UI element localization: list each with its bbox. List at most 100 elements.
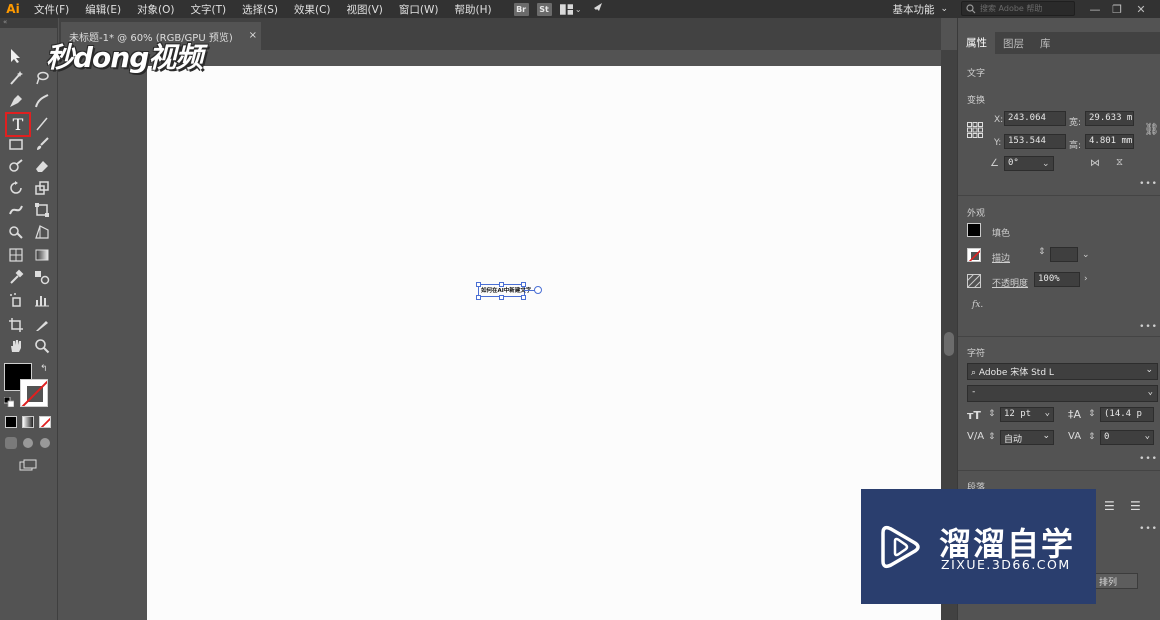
close-window-button[interactable]: ✕ <box>1130 0 1152 18</box>
free-transform-tool-icon[interactable] <box>32 200 52 220</box>
zoom-tool-icon[interactable] <box>32 336 52 356</box>
perspective-grid-tool-icon[interactable] <box>32 222 52 242</box>
scrollbar-thumb[interactable] <box>944 332 954 356</box>
mesh-tool-icon[interactable] <box>6 245 26 265</box>
workspace-switcher[interactable]: 基本功能 ⌄ <box>892 0 948 18</box>
curvature-tool-icon[interactable] <box>32 91 52 111</box>
gpu-performance-icon[interactable] <box>590 2 606 16</box>
x-position-field[interactable]: 243.064 <box>1004 111 1066 126</box>
bounding-handle-tr[interactable] <box>521 282 526 287</box>
leading-field[interactable]: (14.4 p <box>1100 407 1154 422</box>
help-search-input[interactable]: 搜索 Adobe 帮助 <box>961 1 1075 16</box>
tab-libraries[interactable]: 库 <box>1032 36 1059 51</box>
more-options-icon[interactable]: ••• <box>1139 179 1158 189</box>
font-family-dropdown[interactable]: ⌕ Adobe 宋体 Std L ⌄ <box>967 363 1158 380</box>
height-field[interactable]: 4.801 mm <box>1085 134 1134 149</box>
font-size-field[interactable]: 12 pt ⌄ <box>1000 407 1054 422</box>
stroke-swatch[interactable] <box>967 248 981 262</box>
kerning-field[interactable]: 自动 ⌄ <box>1000 430 1054 445</box>
menu-window[interactable]: 窗口(W) <box>391 2 447 17</box>
width-tool-icon[interactable] <box>6 200 26 220</box>
opacity-label[interactable]: 不透明度 <box>992 276 1028 289</box>
constrain-proportions-icon[interactable]: ⛓ <box>1144 122 1159 136</box>
rectangle-tool-icon[interactable] <box>6 134 26 154</box>
leading-stepper[interactable]: ⇕ <box>1088 409 1096 419</box>
bounding-handle-br[interactable] <box>521 295 526 300</box>
pen-tool-icon[interactable] <box>6 91 26 111</box>
shaper-tool-icon[interactable] <box>6 156 26 176</box>
bounding-handle-tm[interactable] <box>499 282 504 287</box>
tab-properties[interactable]: 属性 <box>958 32 995 54</box>
stroke-weight-stepper[interactable]: ⇕ <box>1038 247 1046 257</box>
bounding-handle-tl[interactable] <box>476 282 481 287</box>
fx-button[interactable]: fx. <box>972 300 983 310</box>
draw-normal-icon[interactable] <box>5 437 17 449</box>
more-options-icon[interactable]: ••• <box>1139 322 1158 332</box>
shape-builder-tool-icon[interactable] <box>6 222 26 242</box>
menu-object[interactable]: 对象(O) <box>129 2 182 17</box>
stroke-weight-field[interactable] <box>1050 247 1078 262</box>
kerning-stepper[interactable]: ⇕ <box>988 432 996 442</box>
more-options-icon[interactable]: ••• <box>1139 454 1158 464</box>
screen-mode-icon[interactable] <box>19 459 37 471</box>
artboard[interactable] <box>147 66 941 620</box>
width-field[interactable]: 29.633 m <box>1085 111 1134 126</box>
y-position-field[interactable]: 153.544 <box>1004 134 1066 149</box>
slice-tool-icon[interactable] <box>32 315 52 335</box>
color-mode-icon[interactable] <box>5 416 17 428</box>
tracking-field[interactable]: 0 ⌄ <box>1100 430 1154 445</box>
stroke-label[interactable]: 描边 <box>992 251 1010 264</box>
menu-effect[interactable]: 效果(C) <box>286 2 339 17</box>
blend-tool-icon[interactable] <box>32 267 52 287</box>
more-options-icon[interactable]: ••• <box>1139 524 1158 534</box>
type-out-port[interactable] <box>534 286 542 294</box>
justify-left-icon[interactable]: ☰ <box>1104 499 1115 513</box>
chevron-down-icon[interactable]: ⌄ <box>1042 159 1050 169</box>
tracking-stepper[interactable]: ⇕ <box>1088 432 1096 442</box>
menu-type[interactable]: 文字(T) <box>183 2 235 17</box>
none-mode-icon[interactable] <box>39 416 51 428</box>
flip-vertical-icon[interactable]: ⧖ <box>1116 157 1123 168</box>
close-tab-icon[interactable]: × <box>249 30 257 41</box>
stroke-color-swatch[interactable] <box>20 379 48 407</box>
bounding-handle-bl[interactable] <box>476 295 481 300</box>
collapse-panel-icon[interactable]: « <box>0 18 58 28</box>
reference-point-icon[interactable] <box>967 122 983 138</box>
menu-file[interactable]: 文件(F) <box>26 2 77 17</box>
fill-swatch[interactable] <box>967 223 981 237</box>
justify-all-icon[interactable]: ☰ <box>1130 499 1141 513</box>
menu-select[interactable]: 选择(S) <box>234 2 286 17</box>
scale-tool-icon[interactable] <box>32 178 52 198</box>
font-style-dropdown[interactable]: - ⌄ <box>967 385 1158 402</box>
chevron-right-icon[interactable]: › <box>1084 274 1088 284</box>
magic-wand-tool-icon[interactable] <box>6 68 26 88</box>
menu-edit[interactable]: 编辑(E) <box>77 2 129 17</box>
gradient-tool-icon[interactable] <box>32 245 52 265</box>
rotate-tool-icon[interactable] <box>6 178 26 198</box>
default-colors-icon[interactable] <box>3 396 15 408</box>
flip-horizontal-icon[interactable]: ⋈ <box>1090 158 1100 169</box>
draw-inside-icon[interactable] <box>40 438 50 448</box>
symbol-sprayer-tool-icon[interactable] <box>6 290 26 310</box>
minimize-button[interactable]: — <box>1084 0 1106 18</box>
bounding-handle-bm[interactable] <box>499 295 504 300</box>
menu-help[interactable]: 帮助(H) <box>447 2 500 17</box>
draw-behind-icon[interactable] <box>23 438 33 448</box>
restore-button[interactable]: ❐ <box>1106 0 1128 18</box>
hand-tool-icon[interactable] <box>6 336 26 356</box>
gradient-mode-icon[interactable] <box>22 416 34 428</box>
paintbrush-tool-icon[interactable] <box>32 134 52 154</box>
column-graph-tool-icon[interactable] <box>32 290 52 310</box>
line-segment-tool-icon[interactable] <box>32 114 52 134</box>
opacity-field[interactable]: 100% <box>1034 272 1080 287</box>
artboard-tool-icon[interactable] <box>6 315 26 335</box>
tab-layers[interactable]: 图层 <box>995 36 1032 51</box>
eyedropper-tool-icon[interactable] <box>6 267 26 287</box>
chevron-down-icon[interactable]: ⌄ <box>1082 250 1090 260</box>
stock-button[interactable]: St <box>536 2 552 16</box>
bridge-button[interactable]: Br <box>513 2 529 16</box>
menu-view[interactable]: 视图(V) <box>339 2 391 17</box>
swap-colors-icon[interactable]: ↰ <box>40 364 48 374</box>
selection-tool-icon[interactable] <box>6 46 26 66</box>
font-size-stepper[interactable]: ⇕ <box>988 409 996 419</box>
